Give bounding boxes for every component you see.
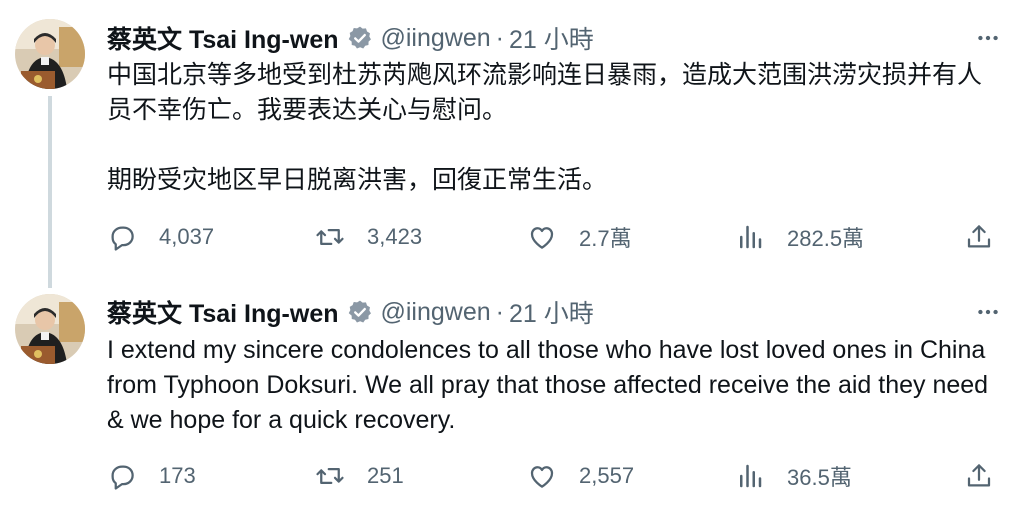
views-icon bbox=[740, 225, 762, 249]
share-button[interactable] bbox=[964, 220, 994, 254]
views-button[interactable]: 36.5萬 bbox=[735, 459, 852, 493]
tweet[interactable]: 蔡英文 Tsai Ing-wen @iingwen · 21 小時 I exte… bbox=[0, 283, 1024, 507]
share-button[interactable] bbox=[964, 459, 994, 493]
retweet-count: 3,423 bbox=[367, 224, 423, 249]
view-count: 36.5萬 bbox=[787, 465, 852, 490]
retweet-icon bbox=[316, 468, 344, 484]
timestamp[interactable]: 21 小時 bbox=[509, 294, 594, 330]
tweet[interactable]: 蔡英文 Tsai Ing-wen @iingwen · 21 小時 中国北京等多… bbox=[0, 0, 1024, 288]
like-button[interactable]: 2.7萬 bbox=[527, 220, 632, 254]
author-name[interactable]: 蔡英文 Tsai Ing-wen bbox=[107, 294, 339, 330]
like-icon bbox=[530, 466, 554, 488]
more-button[interactable] bbox=[972, 22, 1004, 54]
verified-badge-icon bbox=[348, 300, 371, 323]
tweet-text: I extend my sincere condolences to all t… bbox=[107, 336, 996, 434]
reply-button[interactable]: 173 bbox=[107, 459, 196, 493]
retweet-button[interactable]: 251 bbox=[315, 459, 404, 493]
more-button[interactable] bbox=[972, 296, 1004, 328]
avatar[interactable] bbox=[15, 19, 85, 89]
tweet-text: 中国北京等多地受到杜苏芮飑风环流影响连日暴雨，造成大范围洪涝灾损并有人员不幸伤亡… bbox=[107, 61, 983, 194]
retweet-button[interactable]: 3,423 bbox=[315, 220, 422, 254]
avatar[interactable] bbox=[15, 294, 85, 364]
more-icon bbox=[978, 309, 998, 315]
retweet-count: 251 bbox=[367, 463, 404, 488]
reply-icon bbox=[111, 226, 134, 251]
reply-button[interactable]: 4,037 bbox=[107, 220, 214, 254]
verified-badge-icon bbox=[348, 26, 371, 49]
views-icon bbox=[740, 464, 762, 488]
views-button[interactable]: 282.5萬 bbox=[735, 220, 864, 254]
reply-icon bbox=[111, 465, 134, 490]
more-icon bbox=[978, 35, 998, 41]
tweet-header: 蔡英文 Tsai Ing-wen @iingwen · 21 小時 bbox=[107, 18, 594, 58]
author-handle[interactable]: @iingwen bbox=[381, 298, 491, 327]
timestamp[interactable]: 21 小時 bbox=[509, 20, 594, 56]
separator-dot: · bbox=[495, 23, 504, 52]
like-count: 2.7萬 bbox=[579, 226, 632, 251]
separator-dot: · bbox=[495, 297, 504, 326]
action-bar: 173 251 2,557 36.5萬 bbox=[107, 459, 994, 493]
action-bar: 4,037 3,423 2.7萬 282.5萬 bbox=[107, 220, 994, 254]
reply-count: 173 bbox=[159, 463, 196, 488]
thread-line bbox=[48, 96, 52, 288]
share-icon bbox=[967, 225, 991, 248]
tweet-header: 蔡英文 Tsai Ing-wen @iingwen · 21 小時 bbox=[107, 292, 594, 332]
like-count: 2,557 bbox=[579, 463, 635, 488]
like-button[interactable]: 2,557 bbox=[527, 459, 634, 493]
share-icon bbox=[967, 464, 991, 487]
like-icon bbox=[530, 227, 554, 249]
author-name[interactable]: 蔡英文 Tsai Ing-wen bbox=[107, 20, 339, 56]
view-count: 282.5萬 bbox=[787, 226, 865, 251]
retweet-icon bbox=[316, 229, 344, 245]
reply-count: 4,037 bbox=[159, 224, 215, 249]
author-handle[interactable]: @iingwen bbox=[381, 24, 491, 53]
